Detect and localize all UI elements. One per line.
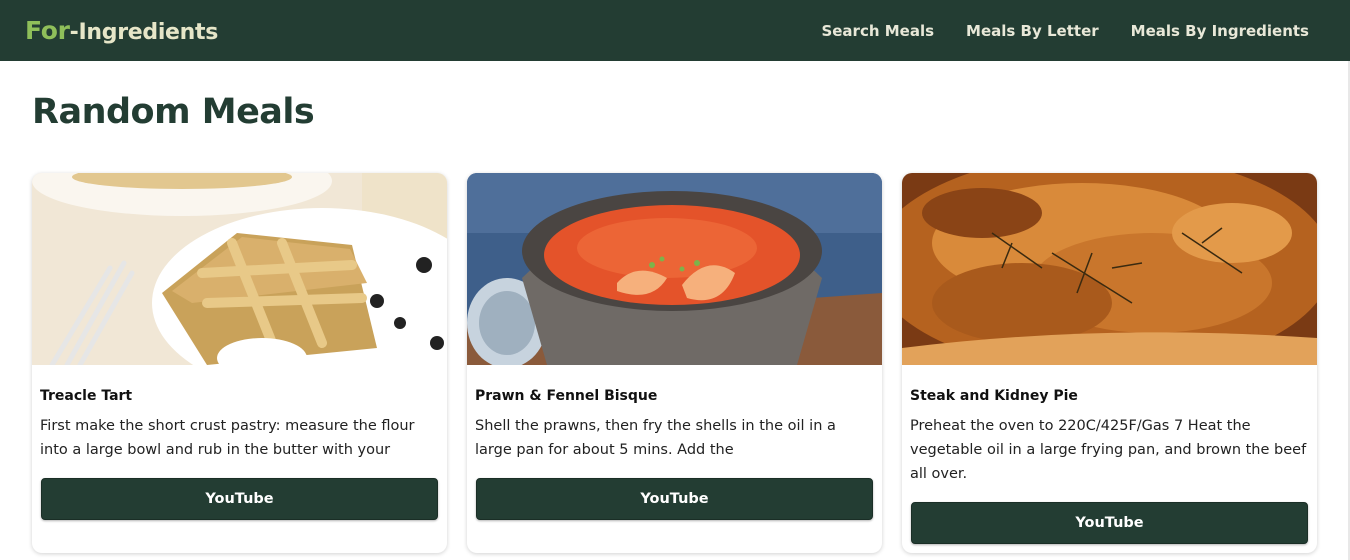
main-nav: Search Meals Meals By Letter Meals By In… [821,22,1309,40]
logo-rest-text: -Ingredients [69,20,219,45]
logo-accent-text: For [25,16,70,45]
page-title: Random Meals [32,92,315,132]
meal-image-treacle-tart[interactable] [32,173,447,365]
nav-link-meals-by-ingredients[interactable]: Meals By Ingredients [1131,22,1309,40]
meal-description: First make the short crust pastry: measu… [40,418,415,458]
top-navbar: For-Ingredients Search Meals Meals By Le… [0,0,1350,61]
youtube-button[interactable]: YouTube [476,478,873,520]
meal-description: Shell the prawns, then fry the shells in… [475,418,836,458]
meal-description: Preheat the oven to 220C/425F/Gas 7 Heat… [910,418,1307,482]
meal-card-treacle-tart: Treacle Tart First make the short crust … [32,173,447,553]
meal-image-steak-and-kidney-pie[interactable] [902,173,1317,365]
youtube-button[interactable]: YouTube [911,502,1308,544]
nav-link-search-meals[interactable]: Search Meals [821,22,934,40]
youtube-button[interactable]: YouTube [41,478,438,520]
meal-title[interactable]: Steak and Kidney Pie [910,388,1078,404]
meal-title[interactable]: Prawn & Fennel Bisque [475,388,657,404]
meal-title[interactable]: Treacle Tart [40,388,132,404]
meal-card-steak-and-kidney-pie: Steak and Kidney Pie Preheat the oven to… [902,173,1317,553]
nav-link-meals-by-letter[interactable]: Meals By Letter [966,22,1099,40]
meal-card-prawn-fennel-bisque: Prawn & Fennel Bisque Shell the prawns, … [467,173,882,553]
site-logo[interactable]: For-Ingredients [25,16,218,45]
meal-image-prawn-fennel-bisque[interactable] [467,173,882,365]
